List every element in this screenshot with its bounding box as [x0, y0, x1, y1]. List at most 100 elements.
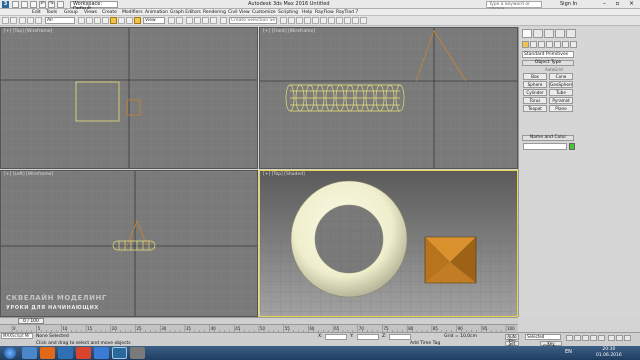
render-setup-icon[interactable] [344, 17, 351, 24]
window-crossing-icon[interactable] [102, 17, 109, 24]
hierarchy-tab-icon[interactable] [544, 29, 554, 38]
viewport-top[interactable]: [+] [Top] [Wireframe] [0, 27, 258, 169]
redo-icon[interactable]: ↷ [48, 1, 55, 8]
rendered-frame-icon[interactable] [352, 17, 359, 24]
lights-icon[interactable] [538, 41, 545, 48]
cone-button[interactable]: Cone [549, 73, 573, 80]
select-move-icon[interactable] [110, 17, 117, 24]
scene-explorer-icon[interactable] [304, 17, 311, 24]
object-type-rollout[interactable]: Object Type [522, 60, 574, 66]
teapot-button[interactable]: Teapot [523, 105, 547, 112]
layer-explorer-icon[interactable] [296, 17, 303, 24]
named-selection-dropdown[interactable]: Create Selection Se [229, 17, 277, 24]
shapes-icon[interactable] [530, 41, 537, 48]
viewport-left-label[interactable]: [+] [Left] [Wireframe] [4, 172, 53, 177]
systems-icon[interactable] [570, 41, 577, 48]
select-scale-icon[interactable] [126, 17, 133, 24]
edit-named-selection-icon[interactable] [220, 17, 227, 24]
time-slider[interactable]: 0 / 100 [0, 317, 518, 324]
spinner-snap-icon[interactable] [210, 17, 217, 24]
ie-icon[interactable] [58, 347, 73, 359]
plane-button[interactable]: Plane [549, 105, 573, 112]
pan-icon[interactable] [616, 335, 623, 341]
menu-scripting[interactable]: Scripting [278, 9, 298, 16]
start-button[interactable] [4, 347, 16, 359]
menu-tools[interactable]: Tools [46, 9, 57, 16]
prev-frame-icon[interactable] [574, 335, 581, 341]
open-file-icon[interactable] [21, 1, 28, 8]
material-editor-icon[interactable] [336, 17, 343, 24]
link-icon[interactable] [19, 17, 26, 24]
bind-spacewarp-icon[interactable] [35, 17, 42, 24]
menu-group[interactable]: Group [64, 9, 78, 16]
viewport-front-label[interactable]: [+] [Front] [Wireframe] [263, 29, 315, 34]
geometry-icon[interactable] [522, 41, 529, 48]
x-coord-field[interactable] [325, 334, 347, 340]
goto-start-icon[interactable] [566, 335, 573, 341]
angle-snap-icon[interactable] [194, 17, 201, 24]
minimize-button[interactable]: – [598, 0, 611, 8]
object-color-swatch[interactable] [569, 143, 575, 150]
schematic-view-icon[interactable] [328, 17, 335, 24]
close-button[interactable]: × [625, 0, 638, 8]
pyramid-button[interactable]: Pyramid [549, 97, 573, 104]
display-tab-icon[interactable] [566, 29, 576, 38]
zoom-icon[interactable] [608, 335, 615, 341]
menu-rayflow[interactable]: RayFlow [315, 9, 334, 16]
media-player-icon[interactable] [40, 347, 55, 359]
spacewarps-icon[interactable] [562, 41, 569, 48]
undo-tool-icon[interactable] [2, 17, 9, 24]
snaps-toggle-icon[interactable] [186, 17, 193, 24]
autogrid-checkbox[interactable]: AutoGrid [545, 67, 563, 72]
play-icon[interactable] [582, 335, 589, 341]
menu-customize[interactable]: Customize [252, 9, 276, 16]
app-logo-icon[interactable]: 3 [2, 1, 9, 8]
unlink-icon[interactable] [27, 17, 34, 24]
maxscript-listener[interactable]: MAXScript Mi [1, 333, 33, 339]
explorer-icon[interactable] [22, 347, 37, 359]
select-place-icon[interactable] [134, 17, 141, 24]
language-indicator[interactable]: EN [565, 349, 572, 355]
menu-rendering[interactable]: Rendering [203, 9, 226, 16]
selection-filter-dropdown[interactable]: All [45, 17, 75, 24]
viewport-perspective[interactable]: [+] [Top] [Shaded] [259, 170, 518, 317]
z-coord-field[interactable] [389, 334, 411, 340]
track-bar[interactable]: 0 5 10 15 20 25 30 35 40 45 50 55 60 65 70 75 80 85 90 95 10… [0, 324, 518, 333]
object-name-input[interactable] [523, 143, 567, 150]
next-frame-icon[interactable] [590, 335, 597, 341]
geosphere-button[interactable]: GeoSphere [549, 81, 573, 88]
box-button[interactable]: Box [523, 73, 547, 80]
key-selection-dropdown[interactable]: Selected [525, 334, 561, 340]
render-teapot-icon[interactable] [360, 17, 367, 24]
cylinder-button[interactable]: Cylinder [523, 89, 547, 96]
menu-views[interactable]: Views [84, 9, 97, 16]
pivot-center-icon[interactable] [168, 17, 175, 24]
viewport-front[interactable]: [+] [Front] [Wireframe] [259, 27, 518, 169]
motion-tab-icon[interactable] [555, 29, 565, 38]
project-folder-icon[interactable] [57, 1, 64, 8]
rect-selection-icon[interactable] [94, 17, 101, 24]
menu-help[interactable]: Help [302, 9, 312, 16]
modify-tab-icon[interactable] [533, 29, 543, 38]
menu-create[interactable]: Create [102, 9, 117, 16]
align-icon[interactable] [288, 17, 295, 24]
torus-shaded[interactable] [290, 180, 408, 298]
menu-civil-view[interactable]: Civil View [228, 9, 250, 16]
menu-edit[interactable]: Edit [32, 9, 41, 16]
y-coord-field[interactable] [357, 334, 379, 340]
mirror-icon[interactable] [280, 17, 287, 24]
search-input[interactable]: Type a keyword or phrase [486, 1, 542, 12]
sign-in-link[interactable]: Sign In [560, 1, 577, 8]
auto-key-button[interactable]: Auto Key [505, 334, 519, 343]
curve-editor-icon[interactable] [320, 17, 327, 24]
manipulate-icon[interactable] [176, 17, 183, 24]
new-file-icon[interactable] [12, 1, 19, 8]
redo-tool-icon[interactable] [10, 17, 17, 24]
chrome-icon[interactable] [76, 347, 91, 359]
pyramid-shaded[interactable] [424, 236, 477, 284]
orbit-icon[interactable] [624, 335, 631, 341]
select-object-icon[interactable] [78, 17, 85, 24]
viewport-top-label[interactable]: [+] [Top] [Wireframe] [4, 29, 52, 34]
primitive-type-dropdown[interactable]: Standard Primitives [522, 51, 574, 58]
select-rotate-icon[interactable] [118, 17, 125, 24]
